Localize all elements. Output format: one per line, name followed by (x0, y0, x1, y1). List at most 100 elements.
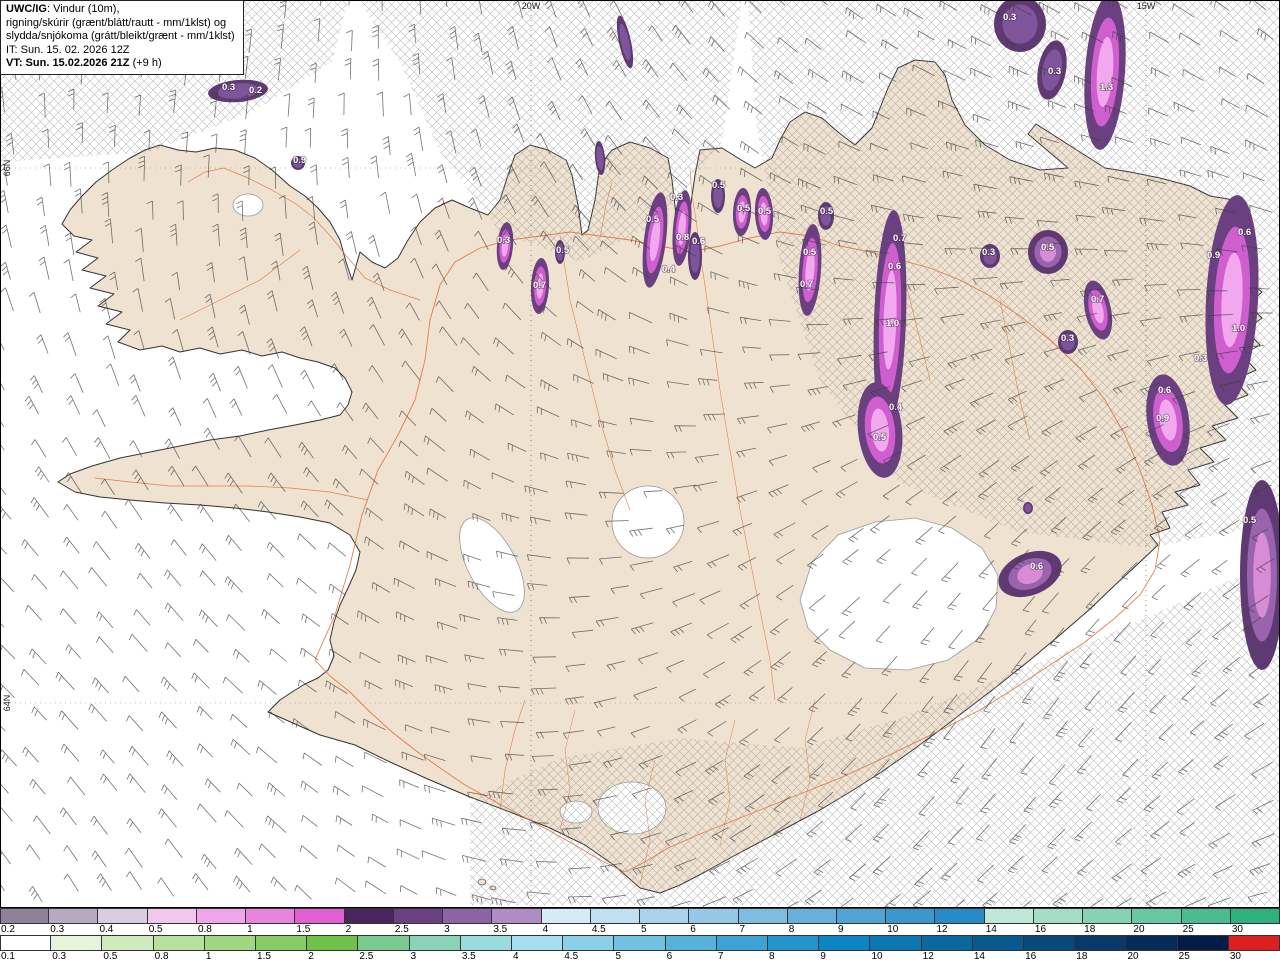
model-name: UWC/IG (6, 3, 47, 15)
scale-tick-label: 20 (1133, 924, 1145, 935)
weather-map-screen: 0.3 0.3 1.3 0.3 0.2 0.9 0.3 0.7 0.5 0.3 0.5 0.8 0.6 0… (0, 0, 1280, 962)
scale-color-chip (614, 935, 666, 951)
scale-cell: 14 (972, 935, 1025, 962)
valid-time-offset: (+9 h) (129, 57, 162, 69)
scale-cell: 18 (1075, 935, 1127, 962)
precip-value-label: 0.5 (556, 245, 570, 256)
scale-cell: 2.5 (358, 935, 410, 962)
scale-cell: 8 (768, 935, 820, 962)
scale-cell: 3 (443, 908, 493, 935)
longitude-label: 15W (1137, 1, 1156, 11)
rain-scale: 0.1 0.3 0.5 0.8 1 1.5 2 2.5 3 3.5 4 4.5 5 6 7 8 9 10 12 14 1… (0, 935, 1280, 962)
scale-color-chip (98, 908, 148, 924)
scale-cell: 2 (307, 935, 359, 962)
precip-blob (1023, 502, 1033, 514)
scale-cell: 16 (1033, 908, 1084, 935)
scale-tick-label: 0.1 (1, 951, 15, 962)
scale-tick-label: 25 (1178, 951, 1190, 962)
scale-color-chip (51, 935, 103, 951)
scale-cell: 6 (665, 935, 717, 962)
scale-color-chip (921, 935, 973, 951)
scale-color-chip (1083, 908, 1133, 924)
scale-cell: 30 (1228, 935, 1280, 962)
scale-tick-label: 1.5 (296, 924, 311, 935)
precip-value-label: 0.5 (1243, 515, 1257, 526)
scale-color-chip (1181, 908, 1231, 924)
scale-tick-label: 30 (1229, 951, 1241, 962)
scale-cell: 4.5 (590, 908, 641, 935)
scale-color-chip (443, 908, 493, 924)
precip-value-label: 0.6 (692, 236, 705, 247)
legend-line-model: UWC/IG: Vindur (10m), (6, 3, 235, 17)
scale-tick-label: 12 (922, 951, 934, 962)
scale-color-chip (344, 908, 394, 924)
scale-cell: 9 (819, 935, 871, 962)
scale-tick-label: 0.4 (99, 924, 114, 935)
scale-tick-label: 4 (513, 951, 519, 962)
scale-cell: 7 (738, 908, 788, 935)
precip-value-label: 0.6 (1030, 561, 1043, 572)
scale-tick-label: 7 (739, 924, 746, 935)
scale-tick-label: 1 (247, 924, 253, 935)
precip-value-label: 0.6 (1158, 385, 1171, 396)
precip-value-label: 0.3 (1061, 333, 1074, 344)
scale-cell: 4 (512, 935, 564, 962)
scale-tick-label: 4 (542, 924, 549, 935)
precip-value-label: 0.5 (873, 432, 887, 443)
precip-value-label: 0.3 (670, 192, 683, 203)
scale-color-chip (256, 935, 308, 951)
precip-value-label: 0.5 (820, 206, 834, 217)
scale-cell: 9 (836, 908, 887, 935)
scale-color-chip (541, 908, 591, 924)
precip-value-label: 0.4 (662, 264, 676, 275)
scale-color-chip (1033, 908, 1084, 924)
precip-value-label: 0.6 (888, 261, 901, 272)
scale-color-chip (295, 908, 345, 924)
scale-cell: 0.5 (147, 908, 197, 935)
scale-cell: 0.4 (98, 908, 148, 935)
precip-value-label: 0.6 (1238, 227, 1251, 238)
scale-cell: 3.5 (492, 908, 542, 935)
scale-cell: 0.8 (153, 935, 205, 962)
latitude-label: 64N (2, 695, 12, 712)
scale-color-chip (1230, 908, 1280, 924)
scale-cell: 0.1 (0, 935, 52, 962)
scale-color-chip (492, 908, 542, 924)
scale-cell: 1 (204, 935, 257, 962)
scale-cell: 8 (787, 908, 837, 935)
scale-tick-label: 16 (1034, 924, 1047, 935)
scale-cell: 1 (246, 908, 296, 935)
precip-value-label: 0.5 (1041, 242, 1055, 253)
scale-color-chip (1228, 935, 1280, 951)
scale-color-chip (0, 908, 50, 924)
scale-tick-label: 30 (1231, 924, 1243, 935)
scale-tick-label: 4.5 (591, 924, 606, 935)
precip-value-label: 0.5 (646, 214, 660, 225)
precip-value-label: 0.3 (222, 82, 235, 93)
scale-cell: 20 (1132, 908, 1182, 935)
scale-cell: 1.5 (295, 908, 345, 935)
scale-cell: 6 (689, 908, 739, 935)
scale-tick-label: 2.5 (359, 951, 374, 962)
legend-box: UWC/IG: Vindur (10m), rigning/skúrir (gr… (0, 0, 244, 75)
scale-color-chip (153, 935, 205, 951)
scale-color-chip (409, 935, 461, 951)
scale-tick-label: 10 (887, 924, 899, 935)
legend-line-sleet: slydda/snjókoma (grátt/bleikt/grænt - mm… (6, 30, 235, 42)
precip-value-label: 1.0 (886, 318, 899, 329)
scale-tick-label: 0.5 (103, 951, 118, 962)
precip-value-label: 1.3 (1100, 82, 1113, 93)
precip-value-label: 1.0 (1232, 323, 1245, 334)
valid-time: VT: Sun. 15.02.2026 21Z (6, 57, 130, 69)
scale-color-chip (935, 908, 985, 924)
scale-cell: 3.5 (460, 935, 513, 962)
scale-tick-label: 6 (690, 924, 696, 935)
precip-value-label: 0.3 (1194, 353, 1207, 364)
precip-value-label: 0.3 (982, 247, 995, 258)
scale-color-chip (49, 908, 99, 924)
scale-tick-label: 4.5 (564, 951, 579, 962)
scale-tick-label: 12 (936, 924, 948, 935)
scale-tick-label: 9 (837, 924, 844, 935)
scale-tick-label: 14 (973, 951, 985, 962)
scale-tick-label: 0.2 (1, 924, 15, 935)
